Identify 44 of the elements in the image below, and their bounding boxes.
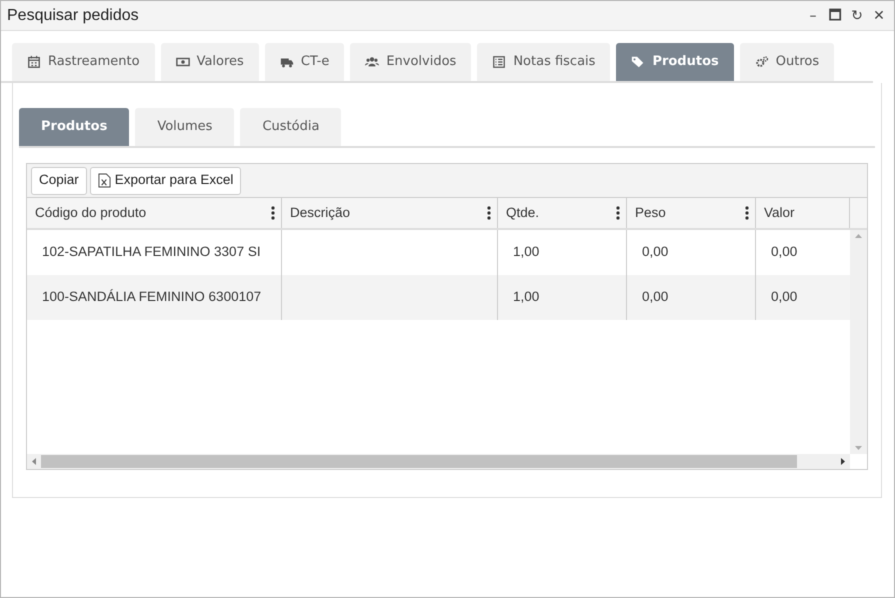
list-icon [492, 55, 506, 69]
horizontal-scrollbar[interactable] [27, 454, 850, 469]
kebab-menu-icon[interactable] [271, 206, 275, 220]
scroll-left-icon[interactable] [31, 457, 37, 466]
column-header[interactable]: Peso [635, 202, 666, 224]
tab[interactable]: Custódia [240, 108, 342, 146]
money-icon [176, 55, 190, 69]
table-cell-text: 1,00 [513, 243, 540, 262]
tags-icon [631, 55, 646, 69]
table-cell-text: 0,00 [771, 243, 798, 262]
copy-button[interactable]: Copiar [31, 166, 87, 194]
tab[interactable]: Valores [160, 43, 259, 81]
export-button[interactable]: Exportar para Excel [90, 166, 242, 194]
window-title: Pesquisar pedidos [7, 6, 140, 26]
table-cell-text: 0,00 [771, 288, 798, 306]
tab[interactable]: Produtos [19, 108, 130, 146]
tab[interactable]: Volumes [135, 108, 234, 146]
kebab-menu-icon[interactable] [745, 206, 749, 220]
gears-icon [754, 55, 769, 69]
scroll-right-icon[interactable] [840, 457, 846, 466]
tab[interactable]: Envolvidos [350, 43, 472, 81]
close-button[interactable]: ✕ [870, 6, 888, 24]
minimize-button[interactable]: – [804, 6, 822, 24]
tab[interactable]: CT-e [264, 43, 344, 81]
column-header[interactable]: Código do produto [35, 202, 146, 224]
tab[interactable]: Produtos [616, 43, 734, 81]
users-icon [365, 55, 380, 69]
column-header[interactable]: Qtde. [506, 202, 540, 224]
kebab-menu-icon[interactable] [616, 206, 620, 220]
tab[interactable]: Outros [740, 43, 834, 81]
table-cell-text: 1,00 [513, 288, 540, 306]
refresh-button[interactable]: ↻ [848, 6, 866, 24]
column-header[interactable]: Valor [764, 202, 795, 224]
table-cell-text: 100-SANDÁLIA FEMININO 6300107 [42, 288, 262, 306]
table-cell-text: 102-SAPATILHA FEMININO 3307 SI [42, 243, 261, 262]
maximize-button[interactable]: 🗖 [826, 6, 844, 24]
tab[interactable]: Notas fiscais [477, 43, 610, 81]
table-cell-text: 0,00 [642, 243, 668, 262]
table-cell-text: 0,00 [642, 288, 668, 306]
column-header[interactable]: Descrição [290, 202, 350, 224]
calendar-icon [27, 55, 41, 69]
excel-file-icon [98, 173, 111, 188]
tab[interactable]: Rastreamento [12, 43, 155, 81]
kebab-menu-icon[interactable] [487, 206, 491, 220]
